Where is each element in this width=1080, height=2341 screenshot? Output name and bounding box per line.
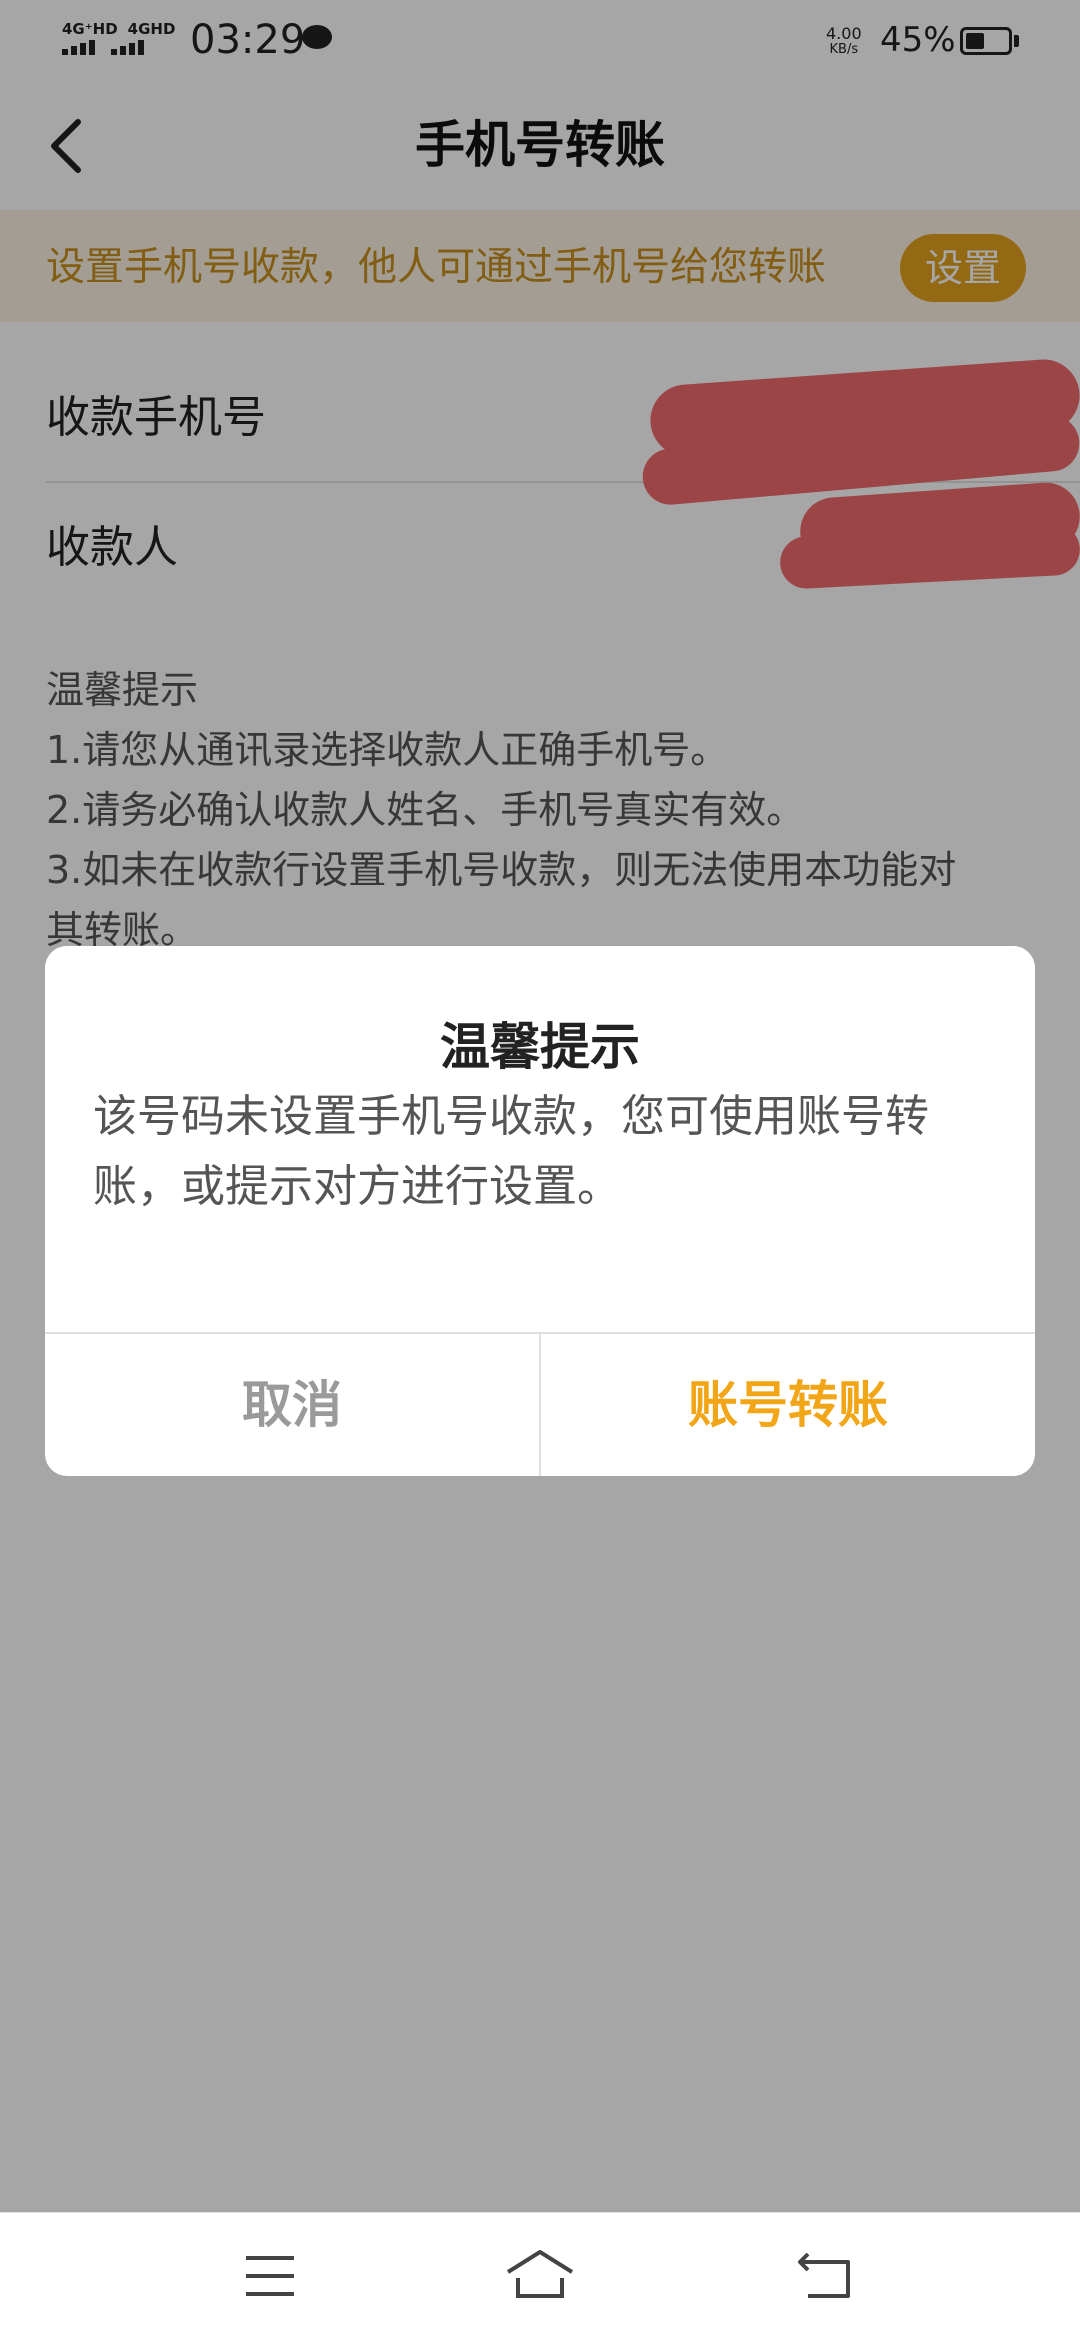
home-icon[interactable]	[506, 2248, 574, 2300]
dialog-title: 温馨提示	[440, 1018, 640, 1076]
cancel-button[interactable]: 取消	[45, 1334, 539, 1476]
dialog-message-line-2: 账，或提示对方进行设置。	[93, 1161, 621, 1212]
dialog-message: 该号码未设置手机号收款，您可使用账号转 账，或提示对方进行设置。	[93, 1082, 993, 1222]
menu-icon[interactable]	[244, 2252, 296, 2300]
alert-dialog: 温馨提示 该号码未设置手机号收款，您可使用账号转 账，或提示对方进行设置。 取消…	[45, 946, 1035, 1476]
dialog-message-line-1: 该号码未设置手机号收款，您可使用账号转	[93, 1091, 929, 1142]
account-transfer-button[interactable]: 账号转账	[541, 1334, 1035, 1476]
return-icon[interactable]	[796, 2250, 852, 2302]
